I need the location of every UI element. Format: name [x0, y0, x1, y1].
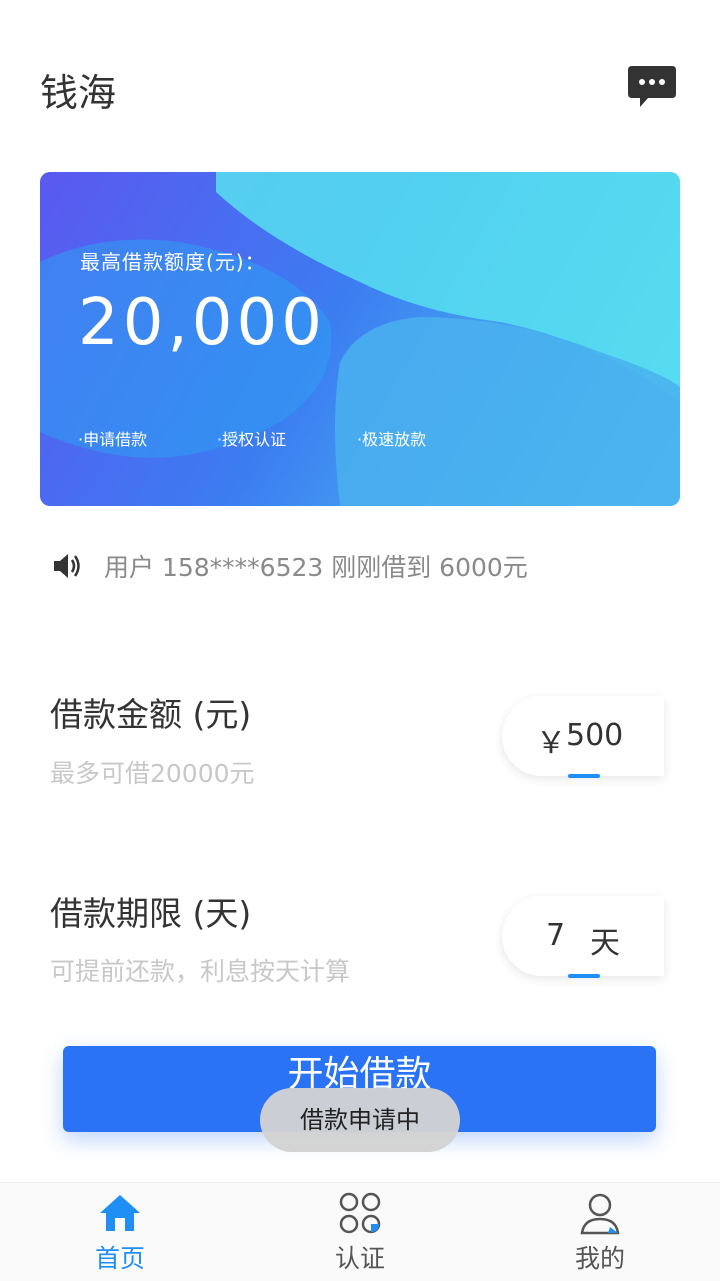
- input-cursor-bar: [568, 774, 600, 778]
- loan-term-value[interactable]: 7: [546, 918, 565, 953]
- tab-profile[interactable]: 我的: [540, 1183, 660, 1281]
- profile-icon: [580, 1193, 620, 1235]
- loan-term-unit: 天: [590, 926, 620, 961]
- loan-term-title: 借款期限 (天): [50, 894, 252, 933]
- loan-notice: 用户 158****6523 刚刚借到 6000元: [52, 548, 528, 584]
- tab-certify-label: 认证: [334, 1244, 385, 1273]
- input-cursor-bar: [568, 974, 600, 978]
- step-fast-release: ·极速放款: [357, 430, 427, 449]
- loan-amount-value[interactable]: 500: [566, 718, 623, 753]
- currency-symbol: ￥: [536, 726, 566, 761]
- loan-applying-toast: 借款申请中: [260, 1088, 460, 1152]
- loan-amount-title: 借款金额 (元): [50, 695, 252, 734]
- credit-limit-amount: 20,000: [78, 286, 326, 360]
- tab-home-label: 首页: [94, 1244, 145, 1273]
- tab-certify[interactable]: 认证: [300, 1183, 420, 1281]
- step-authorize: ·授权认证: [217, 430, 287, 449]
- tab-profile-label: 我的: [574, 1244, 625, 1273]
- notice-text: 用户 158****6523 刚刚借到 6000元: [104, 553, 528, 582]
- loan-term-hint: 可提前还款，利息按天计算: [50, 957, 351, 986]
- certify-icon: [339, 1192, 381, 1234]
- home-icon: [100, 1195, 140, 1231]
- speaker-icon: [54, 554, 80, 578]
- tab-home[interactable]: 首页: [60, 1183, 180, 1281]
- loan-amount-hint: 最多可借20000元: [50, 759, 255, 788]
- loan-term-input[interactable]: 7 天: [502, 896, 664, 978]
- step-apply: ·申请借款: [78, 430, 148, 449]
- chat-bubble-icon: [628, 66, 676, 107]
- loan-amount-input[interactable]: ￥ 500: [502, 696, 664, 778]
- bottom-tab-bar: 首页 认证 我的: [0, 1182, 720, 1281]
- credit-limit-label: 最高借款额度(元)：: [80, 250, 266, 274]
- page-title: 钱海: [40, 71, 117, 115]
- message-button[interactable]: [626, 64, 678, 110]
